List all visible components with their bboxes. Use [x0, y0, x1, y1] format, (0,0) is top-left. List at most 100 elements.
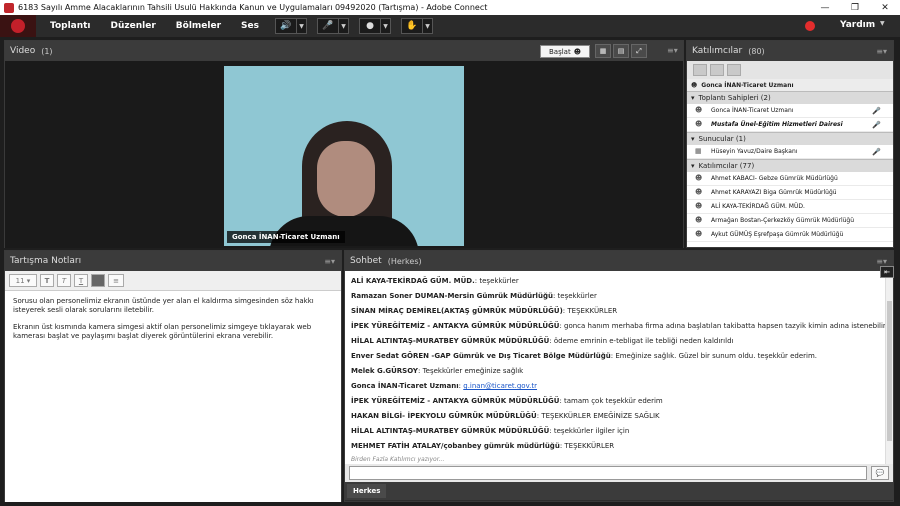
bullet-list-icon[interactable]: ≡: [108, 274, 124, 287]
presenter-icon: ▦: [695, 146, 702, 155]
send-message-icon[interactable]: 💬: [871, 466, 889, 480]
filmstrip-view-icon[interactable]: ▤: [613, 44, 629, 58]
chat-message: SİNAN MİRAÇ DEMİREL(AKTAŞ gÜMRÜK MÜDÜRLÜ…: [351, 304, 887, 319]
microphone-control: 🎤 ▼: [317, 18, 349, 34]
webcam-name-label: Gonca İNAN-Ticaret Uzmanı: [227, 231, 345, 243]
notes-pod: Tartışma Notları ≡▾ 11 ▾ T T T ≡ Sorusu …: [4, 250, 342, 502]
section-hosts[interactable]: ▾ Toplantı Sahipleri (2): [687, 91, 893, 104]
speaker-icon[interactable]: 🔊: [275, 18, 297, 34]
status-dropdown-icon[interactable]: ▼: [381, 18, 391, 34]
chat-message: HİLAL ALTINTAŞ-MURATBEY GÜMRÜK MÜDÜRLÜĞÜ…: [351, 424, 887, 439]
notes-paragraph: Ekranın üst kısmında kamera simgesi akti…: [13, 322, 312, 341]
notes-content[interactable]: Sorusu olan personelimiz ekranın üstünde…: [5, 291, 341, 502]
video-view-controls: ▦ ▤ ⤢: [595, 44, 649, 58]
status-view-icon[interactable]: [727, 64, 741, 76]
start-webcam-label: Başlat: [548, 47, 571, 56]
chat-message: İPEK YÜREĞİTEMİZ - ANTAKYA GÜMRÜK MÜDÜRL…: [351, 394, 887, 409]
notes-pod-header: Tartışma Notları ≡▾: [5, 251, 341, 271]
user-status-icon[interactable]: ●: [359, 18, 381, 34]
notes-toolbar: 11 ▾ T T T ≡: [5, 271, 341, 291]
collapse-side-icon[interactable]: ⇤: [880, 266, 894, 278]
participant-icon: ☻: [695, 215, 703, 224]
section-participants-title: Katılımcılar (77): [698, 162, 755, 170]
help-menu[interactable]: Yardım: [840, 20, 875, 30]
video-area: Gonca İNAN-Ticaret Uzmanı: [5, 61, 683, 248]
underline-icon[interactable]: T: [74, 274, 88, 287]
chat-pod-title: Sohbet: [350, 256, 382, 266]
section-presenters[interactable]: ▾ Sunucular (1): [687, 132, 893, 145]
chat-pod-menu-icon[interactable]: ≡▾: [876, 257, 887, 266]
notes-pod-menu-icon[interactable]: ≡▾: [324, 257, 335, 266]
attendee-self-row[interactable]: ☻ Gonca İNAN-Ticaret Uzmanı: [687, 79, 893, 91]
start-webcam-button[interactable]: Başlat ☻: [540, 45, 590, 58]
chat-input[interactable]: [349, 466, 867, 480]
attendee-row[interactable]: ☻ Ahmet KABACI- Gebze Gümrük Müdürlüğü: [687, 172, 893, 186]
bold-icon[interactable]: T: [40, 274, 54, 287]
window-titlebar: 6183 Sayılı Amme Alacaklarının Tahsili U…: [0, 0, 900, 15]
font-size-select[interactable]: 11 ▾: [9, 274, 37, 287]
attendees-pod-menu-icon[interactable]: ≡▾: [876, 47, 887, 56]
attendee-list: ▾ Toplantı Sahipleri (2) ☻ Gonca İNAN-Ti…: [687, 91, 893, 247]
menu-ses[interactable]: Ses: [241, 21, 259, 31]
chat-sender: ALİ KAYA-TEKİRDAĞ GÜM. MÜD.: [351, 277, 475, 285]
self-user-name: Gonca İNAN-Ticaret Uzmanı: [701, 81, 794, 89]
italic-icon[interactable]: T: [57, 274, 71, 287]
attendee-row[interactable]: ☻ Ahmet KARAYAZI Biga Gümrük Müdürlüğü: [687, 186, 893, 200]
attendee-row[interactable]: ▦ Hüseyin Yavuz/Daire Başkanı 🎤: [687, 145, 893, 159]
chat-text: : tamam çok teşekkür ederim: [559, 397, 663, 405]
chat-pod-header: Sohbet (Herkes) ≡▾: [345, 251, 893, 271]
chat-message: HİLAL ALTINTAŞ-MURATBEY GÜMRÜK MÜDÜRLÜĞÜ…: [351, 334, 887, 349]
video-pod-menu-icon[interactable]: ≡▾: [667, 46, 678, 55]
chat-sender: İPEK YÜREĞİTEMİZ - ANTAKYA GÜMRÜK MÜDÜRL…: [351, 397, 560, 405]
minimize-icon[interactable]: —: [810, 3, 840, 13]
menu-toplanti[interactable]: Toplantı: [50, 21, 91, 31]
menu-duzenler[interactable]: Düzenler: [111, 21, 156, 31]
menu-bolmeler[interactable]: Bölmeler: [176, 21, 221, 31]
menu-bar: Toplantı Düzenler Bölmeler Ses 🔊 ▼ 🎤 ▼ ●…: [0, 15, 900, 37]
breakout-view-icon[interactable]: [710, 64, 724, 76]
chat-tab-everyone[interactable]: Herkes: [347, 484, 387, 498]
attendee-row[interactable]: ☻ Aykut GÜMÜŞ Eşrefpaşa Gümrük Müdürlüğü: [687, 228, 893, 242]
attendee-view-icon[interactable]: [693, 64, 707, 76]
attendee-name: Ahmet KABACI- Gebze Gümrük Müdürlüğü: [711, 175, 838, 182]
grid-view-icon[interactable]: ▦: [595, 44, 611, 58]
chat-text: : teşekkürler ilgiler için: [549, 427, 630, 435]
microphone-dropdown-icon[interactable]: ▼: [339, 18, 349, 34]
participant-icon: ☻: [695, 229, 703, 238]
close-icon[interactable]: ✕: [870, 3, 900, 13]
section-hosts-title: Toplantı Sahipleri (2): [698, 94, 771, 102]
attendee-name: Aykut GÜMÜŞ Eşrefpaşa Gümrük Müdürlüğü: [711, 231, 844, 238]
section-participants[interactable]: ▾ Katılımcılar (77): [687, 159, 893, 172]
self-user-icon: ☻: [691, 81, 698, 89]
maximize-icon[interactable]: ❐: [840, 3, 870, 13]
microphone-muted-icon[interactable]: 🎤: [317, 18, 339, 34]
recording-indicator-icon[interactable]: [805, 21, 815, 31]
chat-text: : TEŞEKKÜRLER: [559, 442, 615, 450]
raise-hand-icon[interactable]: ✋: [401, 18, 423, 34]
chat-text: : TEŞEKKÜRLER: [562, 307, 618, 315]
attendee-row[interactable]: ☻ ALİ KAYA-TEKİRDAĞ GÜM. MÜD.: [687, 200, 893, 214]
attendee-name: Hüseyin Yavuz/Daire Başkanı: [711, 148, 798, 155]
attendee-row[interactable]: ☻ Armağan Bostan-Çerkezköy Gümrük Müdürl…: [687, 214, 893, 228]
speaker-dropdown-icon[interactable]: ▼: [297, 18, 307, 34]
email-link[interactable]: g.inan@ticaret.gov.tr: [463, 382, 537, 390]
chat-message: Ramazan Soner DUMAN-Mersin Gümrük Müdürl…: [351, 289, 887, 304]
chat-scrollbar-thumb[interactable]: [887, 301, 892, 441]
raise-hand-dropdown-icon[interactable]: ▼: [423, 18, 433, 34]
attendees-pod: Katılımcılar (80) ≡▾ ☻ Gonca İNAN-Ticare…: [686, 40, 894, 248]
attendee-name: Armağan Bostan-Çerkezköy Gümrük Müdürlüğ…: [711, 217, 855, 224]
attendee-row[interactable]: ☻ Gonca İNAN-Ticaret Uzmanı 🎤: [687, 104, 893, 118]
text-color-icon[interactable]: [91, 274, 105, 287]
chat-sender: HAKAN BİLGİ- İPEKYOLU GÜMRÜK MÜDÜRLÜĞÜ: [351, 412, 537, 420]
chat-scrollbar[interactable]: [885, 271, 893, 464]
chat-text: : gonca hanım merhaba firma adına başlat…: [559, 322, 886, 330]
attendee-row[interactable]: ☻ Mustafa Ünel-Eğitim Hizmetleri Dairesi…: [687, 118, 893, 132]
chat-message: Gonca İNAN-Ticaret Uzmanı: g.inan@ticare…: [351, 379, 887, 394]
fullscreen-icon[interactable]: ⤢: [631, 44, 647, 58]
chat-sender: Gonca İNAN-Ticaret Uzmanı: [351, 382, 459, 390]
chat-pod: Sohbet (Herkes) ≡▾ ALİ KAYA-TEKİRDAĞ GÜM…: [344, 250, 894, 502]
typing-indicator: Birden Fazla Katılımcı yazıyor...: [351, 456, 445, 463]
help-dropdown-icon[interactable]: ▼: [880, 20, 890, 27]
webcam-feed[interactable]: Gonca İNAN-Ticaret Uzmanı: [224, 66, 464, 246]
adobe-connect-app-icon: [4, 2, 14, 13]
